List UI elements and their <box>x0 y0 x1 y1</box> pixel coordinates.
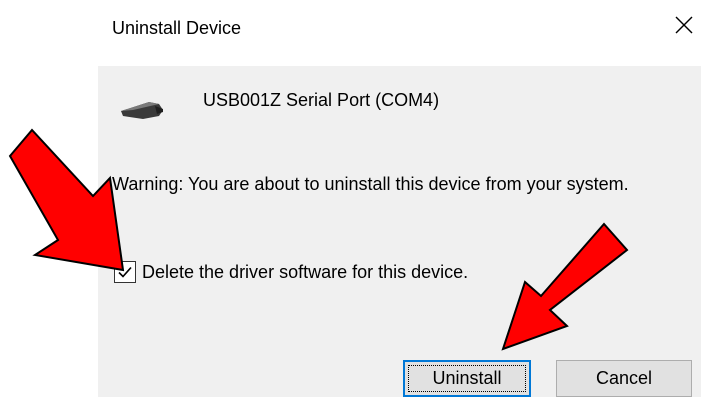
device-name: USB001Z Serial Port (COM4) <box>203 90 440 110</box>
delete-driver-option[interactable]: Delete the driver software for this devi… <box>114 260 468 284</box>
checkmark-icon <box>118 266 132 278</box>
dialog-body <box>98 66 701 397</box>
usb-serial-port-icon <box>121 102 163 119</box>
delete-driver-label[interactable]: Delete the driver software for this devi… <box>142 262 468 283</box>
delete-driver-checkbox[interactable] <box>114 261 136 283</box>
warning-text: Warning: You are about to uninstall this… <box>112 174 629 194</box>
cancel-button-label: Cancel <box>595 368 653 388</box>
uninstall-button[interactable]: Uninstall <box>403 360 531 397</box>
close-icon <box>675 16 693 34</box>
dialog-title: Uninstall Device <box>112 18 242 38</box>
close-button[interactable] <box>671 12 697 38</box>
cancel-button[interactable]: Cancel <box>556 360 692 397</box>
focus-indicator <box>408 365 526 392</box>
